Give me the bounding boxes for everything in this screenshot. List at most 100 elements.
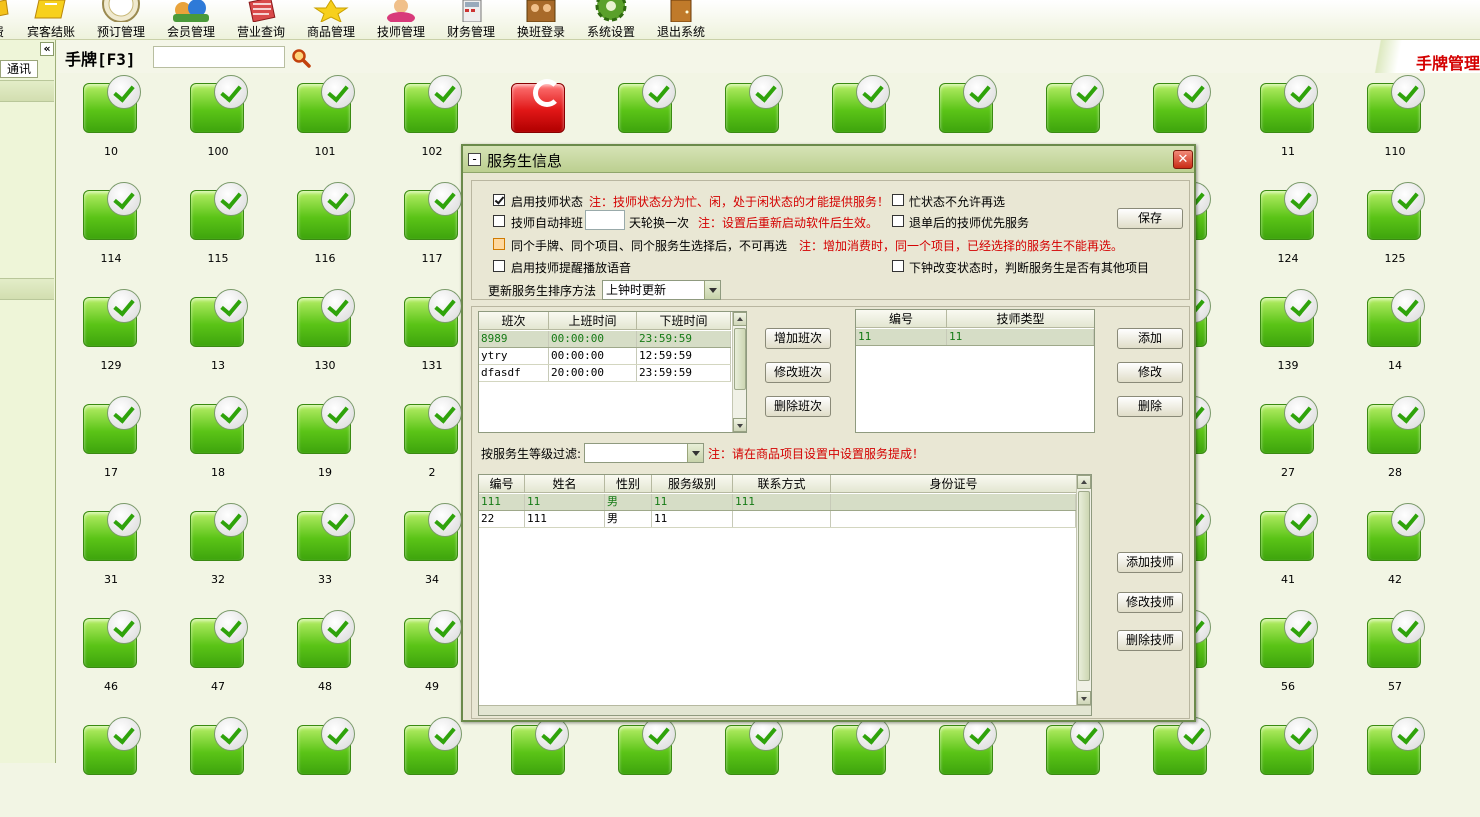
chevron-down-icon[interactable] <box>687 444 703 462</box>
table-row[interactable]: dfasdf 20:00:00 23:59:59 <box>479 365 731 382</box>
enable-status-checkbox[interactable] <box>493 194 505 206</box>
tag-tile[interactable]: 102 <box>392 75 472 175</box>
voice-reminder-checkbox[interactable] <box>493 260 505 272</box>
column-header[interactable]: 上班时间 <box>549 312 637 330</box>
staff-table-hscrollbar[interactable] <box>479 705 1091 715</box>
search-icon[interactable] <box>291 48 311 68</box>
tag-tile[interactable] <box>499 717 579 817</box>
table-row[interactable]: 22 111 男 11 <box>479 511 1076 528</box>
tag-tile[interactable]: 116 <box>285 182 365 282</box>
tag-tile[interactable] <box>820 717 900 817</box>
collapse-panel-button[interactable]: « <box>40 42 54 56</box>
toolbar-item-settings[interactable]: 系统设置 <box>584 0 638 40</box>
tag-tile[interactable]: 14 <box>1355 289 1435 389</box>
toolbar-item-charge[interactable]: 费 <box>0 0 10 40</box>
dialog-title-bar[interactable]: - 服务生信息 ✕ <box>463 146 1194 173</box>
tag-tile[interactable] <box>713 717 793 817</box>
delete-shift-button[interactable]: 删除班次 <box>765 396 831 417</box>
tag-tile[interactable]: 117 <box>392 182 472 282</box>
scroll-up-icon[interactable] <box>1077 475 1091 489</box>
add-shift-button[interactable]: 增加班次 <box>765 328 831 349</box>
rotation-days-input[interactable] <box>585 210 625 230</box>
tag-tile[interactable]: 56 <box>1248 610 1328 710</box>
delete-type-button[interactable]: 删除 <box>1117 396 1183 417</box>
column-header[interactable]: 联系方式 <box>733 475 831 493</box>
auto-schedule-checkbox[interactable] <box>493 215 505 227</box>
tag-tile[interactable]: 139 <box>1248 289 1328 389</box>
toolbar-item-members[interactable]: 会员管理 <box>164 0 218 40</box>
toolbar-item-finance[interactable]: 财务管理 <box>444 0 498 40</box>
table-row[interactable]: ytry 00:00:00 12:59:59 <box>479 348 731 365</box>
scroll-down-icon[interactable] <box>733 418 746 432</box>
column-header[interactable]: 编号 <box>479 475 525 493</box>
busy-no-reselect-checkbox[interactable] <box>892 194 904 206</box>
tag-tile[interactable] <box>178 717 258 817</box>
table-row[interactable]: 8989 00:00:00 23:59:59 <box>479 331 731 348</box>
tag-tile[interactable] <box>285 717 365 817</box>
check-other-items-checkbox[interactable] <box>892 260 904 272</box>
tag-tile[interactable]: 49 <box>392 610 472 710</box>
column-header[interactable]: 下班时间 <box>637 312 731 330</box>
tag-tile[interactable] <box>392 717 472 817</box>
tag-tile[interactable] <box>1248 717 1328 817</box>
tag-tile[interactable]: 2 <box>392 396 472 496</box>
scroll-down-icon[interactable] <box>1077 691 1091 705</box>
column-header[interactable]: 性别 <box>605 475 652 493</box>
column-header[interactable]: 身份证号 <box>831 475 1076 493</box>
staff-table-scrollbar[interactable] <box>1076 475 1091 705</box>
toolbar-item-shift-login[interactable]: 换班登录 <box>514 0 568 40</box>
column-header[interactable]: 姓名 <box>525 475 605 493</box>
toolbar-item-technicians[interactable]: 技师管理 <box>374 0 428 40</box>
priority-after-cancel-checkbox[interactable] <box>892 215 904 227</box>
edit-type-button[interactable]: 修改 <box>1117 362 1183 383</box>
column-header[interactable]: 服务级别 <box>652 475 733 493</box>
tag-tile[interactable]: 100 <box>178 75 258 175</box>
toolbar-item-goods[interactable]: 商品管理 <box>304 0 358 40</box>
tag-search-input[interactable] <box>153 46 285 68</box>
minimize-icon[interactable]: - <box>468 153 481 166</box>
tag-tile[interactable] <box>71 717 151 817</box>
edit-technician-button[interactable]: 修改技师 <box>1117 592 1183 613</box>
toolbar-item-booking[interactable]: 预订管理 <box>94 0 148 40</box>
column-header[interactable]: 班次 <box>479 312 549 330</box>
tag-tile[interactable]: 19 <box>285 396 365 496</box>
tag-tile[interactable]: 131 <box>392 289 472 389</box>
tag-tile[interactable] <box>1034 717 1114 817</box>
chevron-down-icon[interactable] <box>704 281 720 299</box>
tag-tile[interactable]: 10 <box>71 75 151 175</box>
tag-tile[interactable]: 101 <box>285 75 365 175</box>
add-type-button[interactable]: 添加 <box>1117 328 1183 349</box>
tag-tile[interactable] <box>1141 717 1221 817</box>
tag-tile[interactable]: 31 <box>71 503 151 603</box>
tag-tile[interactable]: 124 <box>1248 182 1328 282</box>
table-row[interactable]: 111 11 男 11 111 <box>479 494 1076 511</box>
edit-shift-button[interactable]: 修改班次 <box>765 362 831 383</box>
toolbar-item-business-query[interactable]: 营业查询 <box>234 0 288 40</box>
scroll-thumb[interactable] <box>734 328 746 390</box>
close-icon[interactable]: ✕ <box>1173 150 1193 169</box>
table-row[interactable]: 11 11 <box>856 329 1094 346</box>
tag-tile[interactable]: 13 <box>178 289 258 389</box>
tag-tile[interactable]: 110 <box>1355 75 1435 175</box>
tag-tile[interactable]: 32 <box>178 503 258 603</box>
tag-tile[interactable]: 33 <box>285 503 365 603</box>
scroll-thumb[interactable] <box>1078 491 1090 681</box>
level-filter-select[interactable] <box>584 443 704 463</box>
tag-tile[interactable] <box>927 717 1007 817</box>
toolbar-item-checkout[interactable]: 宾客结账 <box>24 0 78 40</box>
column-header[interactable]: 编号 <box>856 310 947 328</box>
tag-tile[interactable]: 34 <box>392 503 472 603</box>
tag-tile[interactable] <box>606 717 686 817</box>
tag-tile[interactable]: 27 <box>1248 396 1328 496</box>
no-reselect-same-checkbox[interactable] <box>493 238 505 250</box>
tab-communication[interactable]: 通讯 <box>0 60 38 78</box>
add-technician-button[interactable]: 添加技师 <box>1117 552 1183 573</box>
tag-tile[interactable]: 46 <box>71 610 151 710</box>
tag-tile[interactable]: 57 <box>1355 610 1435 710</box>
tag-tile[interactable]: 48 <box>285 610 365 710</box>
tag-tile[interactable]: 129 <box>71 289 151 389</box>
tag-tile[interactable] <box>1355 717 1435 817</box>
tag-tile[interactable]: 17 <box>71 396 151 496</box>
sort-method-select[interactable]: 上钟时更新 <box>602 280 721 300</box>
tag-tile[interactable]: 125 <box>1355 182 1435 282</box>
